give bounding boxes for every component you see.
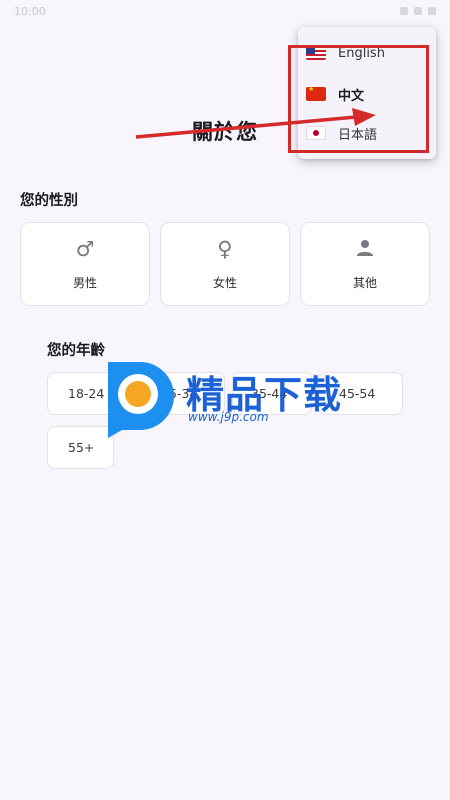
status-bar: 10:00 (0, 0, 450, 22)
battery-icon (428, 7, 436, 15)
watermark: 精品下载 www.j9p.com (100, 356, 360, 438)
language-option-label: 中文 (338, 88, 365, 104)
female-icon: ♀ (217, 236, 233, 261)
japan-flag-icon (306, 126, 326, 140)
wifi-icon (414, 7, 422, 15)
us-flag-icon (306, 46, 326, 60)
gender-option-female[interactable]: ♀ 女性 (160, 222, 290, 306)
person-icon (355, 238, 375, 260)
language-option-japanese[interactable]: 日本語 (306, 118, 430, 148)
age-section-label: 您的年齡 (47, 343, 105, 359)
watermark-logo-icon (108, 362, 174, 438)
language-menu: English 中文 日本語 (298, 27, 436, 159)
language-option-label: 日本語 (338, 127, 378, 143)
age-option-label: 18-24 (68, 386, 105, 401)
language-option-chinese[interactable]: 中文 (306, 79, 430, 109)
age-option-label: 55+ (68, 440, 95, 455)
status-icons (400, 7, 436, 15)
person-icon-svg (357, 239, 373, 256)
gender-option-other[interactable]: 其他 (300, 222, 430, 306)
gender-option-male[interactable]: ♂ 男性 (20, 222, 150, 306)
gender-option-label: 男性 (72, 275, 97, 290)
gender-section-label: 您的性別 (20, 193, 78, 209)
gender-option-label: 女性 (212, 275, 237, 290)
signal-icon (400, 7, 408, 15)
watermark-url: www.j9p.com (188, 410, 269, 424)
gender-options: ♂ 男性 ♀ 女性 其他 (20, 222, 430, 306)
china-flag-icon (306, 87, 326, 101)
status-time: 10:00 (14, 4, 46, 18)
gender-option-label: 其他 (352, 275, 377, 290)
male-icon: ♂ (75, 236, 95, 261)
language-option-english[interactable]: English (306, 38, 430, 68)
language-option-label: English (338, 45, 385, 61)
